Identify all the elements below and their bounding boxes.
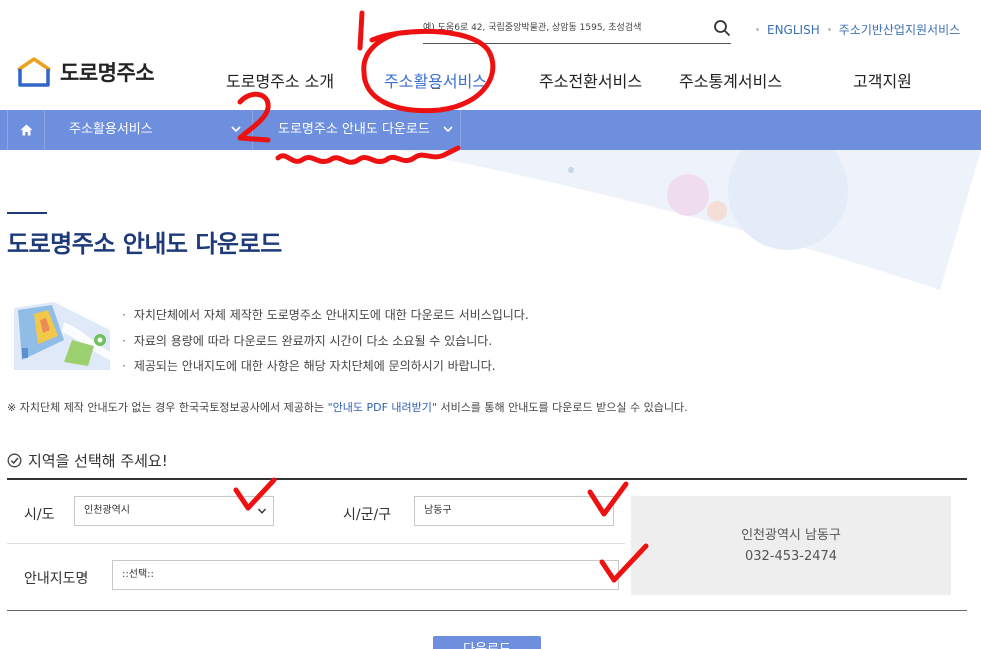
sido-selected-value: 인천광역시 <box>84 505 130 516</box>
industry-support-link[interactable]: 주소기반산업지원서비스 <box>839 21 960 38</box>
chevron-down-icon <box>443 126 453 133</box>
gnb-address-conversion[interactable]: 주소전환서비스 <box>539 68 642 92</box>
page-title: 도로명주소 안내도 다운로드 <box>7 230 282 258</box>
site-logo[interactable]: 도로명주소 <box>14 56 155 88</box>
breadcrumb: 주소활용서비스 도로명주소 안내도 다운로드 <box>0 110 981 150</box>
separator-dot <box>827 28 831 31</box>
gnb-address-statistics[interactable]: 주소통계서비스 <box>679 68 782 92</box>
decorative-background <box>400 150 981 290</box>
map-name-select[interactable]: ::선택:: <box>112 560 619 590</box>
gnb-address-intro[interactable]: 도로명주소 소개 <box>226 68 334 92</box>
english-link[interactable]: ENGLISH <box>767 23 820 37</box>
map-name-label: 안내지도명 <box>24 571 89 587</box>
title-accent-bar <box>7 212 47 214</box>
sigungu-select[interactable]: 남동구 <box>414 496 614 526</box>
sigungu-label: 시/군/구 <box>343 507 392 523</box>
info-item: 자치단체에서 자체 제작한 도로명주소 안내지도에 대한 다운로드 서비스입니다… <box>122 303 529 329</box>
home-icon <box>20 124 32 136</box>
note-prefix: ※ 자치단체 제작 안내도가 없는 경우 한국국토정보공사에서 제공하는 <box>7 401 328 414</box>
gnb-active-indicator <box>432 88 440 89</box>
logo-text: 도로명주소 <box>60 61 155 85</box>
map-name-selected-value: ::선택:: <box>122 569 154 580</box>
row-divider <box>7 543 625 544</box>
annotation-number-1 <box>357 10 365 51</box>
breadcrumb-level1-label: 주소활용서비스 <box>69 122 153 137</box>
chevron-down-icon <box>231 126 241 133</box>
search-box <box>423 14 731 44</box>
separator-dot <box>756 28 759 31</box>
annotation-wavy-underline <box>275 145 461 165</box>
chevron-down-icon <box>597 508 607 514</box>
info-item: 제공되는 안내지도에 대한 사항은 해당 자치단체에 문의하시기 바랍니다. <box>122 354 529 380</box>
logo-house-icon <box>17 57 51 87</box>
search-icon[interactable] <box>713 19 731 37</box>
utility-links: ENGLISH 주소기반산업지원서비스 <box>748 21 960 38</box>
breadcrumb-home[interactable] <box>7 110 45 150</box>
contact-phone: 032-453-2474 <box>744 548 838 564</box>
region-heading-text: 지역을 선택해 주세요! <box>28 452 168 470</box>
breadcrumb-level2-label: 도로명주소 안내도 다운로드 <box>278 122 430 137</box>
note-suffix: 서비스를 통해 안내도를 다운로드 받으실 수 있습니다. <box>436 401 688 414</box>
table-bottom-border <box>7 610 967 611</box>
pdf-download-link[interactable]: "안내도 PDF 내려받기" <box>328 401 437 414</box>
search-input[interactable] <box>423 14 703 42</box>
info-item: 자료의 용량에 따라 다운로드 완료까지 시간이 다소 소요될 수 있습니다. <box>122 329 529 355</box>
download-button[interactable]: 다운로드 <box>433 636 541 649</box>
info-list: 자치단체에서 자체 제작한 도로명주소 안내지도에 대한 다운로드 서비스입니다… <box>122 303 529 380</box>
region-section-heading: 지역을 선택해 주세요! <box>7 450 168 471</box>
chevron-down-icon <box>257 508 267 514</box>
gnb-customer-support[interactable]: 고객지원 <box>853 68 912 92</box>
sido-label: 시/도 <box>24 507 55 523</box>
breadcrumb-level2-dropdown[interactable]: 도로명주소 안내도 다운로드 <box>267 110 461 150</box>
sigungu-selected-value: 남동구 <box>424 505 452 516</box>
contact-info-box: 인천광역시 남동구 032-453-2474 <box>631 496 951 595</box>
map-illustration-icon <box>14 302 110 370</box>
contact-name: 인천광역시 남동구 <box>741 527 841 543</box>
pdf-download-note: ※ 자치단체 제작 안내도가 없는 경우 한국국토정보공사에서 제공하는 "안내… <box>7 399 688 415</box>
check-circle-icon <box>7 453 22 468</box>
sido-select[interactable]: 인천광역시 <box>74 496 274 526</box>
table-top-border <box>7 478 967 480</box>
breadcrumb-level1-dropdown[interactable]: 주소활용서비스 <box>45 110 253 150</box>
